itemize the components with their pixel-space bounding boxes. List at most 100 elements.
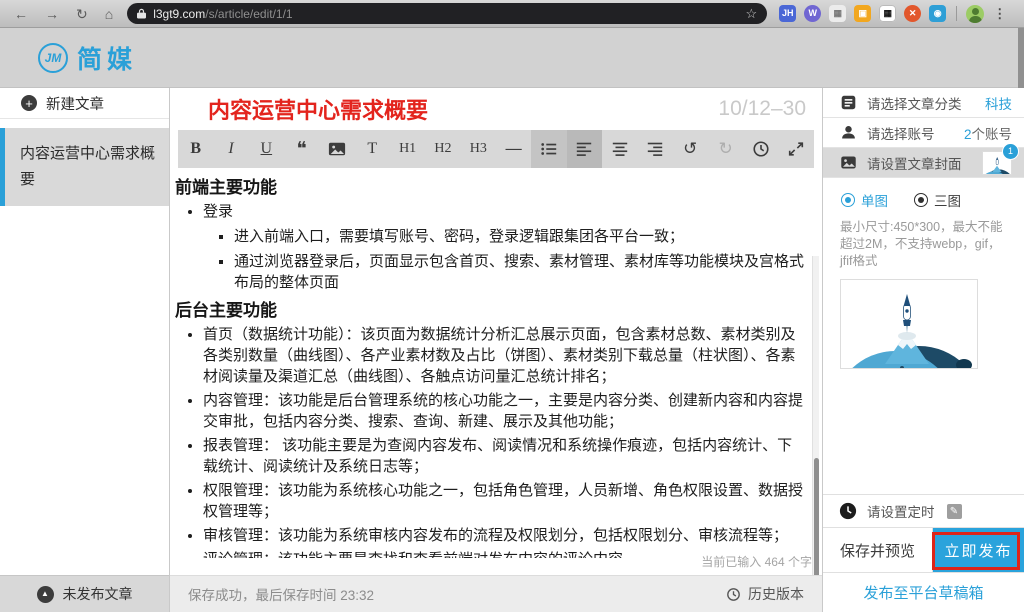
new-article-button[interactable]: + 新建文章 — [0, 88, 169, 119]
cover-layout-options: 单图 三图 — [823, 186, 1024, 214]
toolbar-blockquote-button[interactable]: ❝ — [284, 130, 319, 168]
cover-row[interactable]: 请设置文章封面 1 — [823, 142, 1024, 178]
brand-title: 简媒 — [77, 45, 138, 74]
url-path: /s/article/edit/1/1 — [205, 6, 293, 21]
single-image-label: 单图 — [861, 194, 888, 209]
url-bar[interactable]: l3gt9.com/s/article/edit/1/1 ☆ — [127, 3, 768, 24]
unpublished-label: 未发布文章 — [62, 586, 133, 602]
draft-row: 发布至平台草稿箱 — [823, 572, 1024, 612]
editor-status-bar: 保存成功，最后保存时间 23:32 历史版本 — [170, 575, 822, 612]
toolbar-align-center-button[interactable] — [602, 130, 637, 168]
action-buttons: 保存并预览 立即发布 — [823, 527, 1024, 572]
triple-image-label: 三图 — [934, 194, 961, 209]
radio-selected-icon — [841, 193, 855, 207]
jh-extension-icon[interactable]: JH — [779, 5, 797, 22]
page-scrollbar[interactable] — [1018, 28, 1024, 612]
qr-code-extension-icon[interactable]: ▦ — [879, 5, 897, 22]
forward-icon[interactable]: → — [45, 7, 59, 21]
editor-content[interactable]: 前端主要功能登录进入前端入口，需要填写账号、密码，登录逻辑跟集团各平台一致；通过… — [170, 168, 822, 558]
toolbar-fullscreen-button[interactable] — [779, 130, 814, 168]
title-char-counter: 10/12–30 — [718, 97, 806, 120]
toolbar-align-right-button[interactable] — [637, 130, 672, 168]
right-panel: 请选择文章分类 科技 请选择账号 2个账号 请设置文章封面 1 单图 三图 最小… — [822, 88, 1024, 612]
toolbar-undo-button[interactable]: ↺ — [673, 130, 708, 168]
account-row[interactable]: 请选择账号 2个账号 — [823, 118, 1024, 148]
bookmark-star-icon[interactable]: ☆ — [746, 6, 758, 22]
chevron-up-icon: ▲ — [36, 585, 54, 603]
purple-extension-icon[interactable]: W — [804, 5, 822, 22]
lock-icon — [137, 8, 147, 19]
content-section-heading: 前端主要功能 — [175, 178, 277, 197]
app-header: JM 简媒 — [0, 28, 1024, 88]
category-row[interactable]: 请选择文章分类 科技 — [823, 88, 1024, 118]
avatar-head — [971, 7, 979, 15]
title-row: 内容运营中心需求概要 10/12–30 — [170, 88, 822, 130]
save-status: 保存成功，最后保存时间 23:32 — [188, 588, 375, 603]
cover-thumbnail[interactable]: 1 — [982, 142, 1019, 175]
toolbar-heading-2-button[interactable]: H2 — [425, 130, 460, 168]
page-scrollbar-thumb[interactable] — [1018, 28, 1024, 88]
account-count: 2 — [963, 126, 972, 142]
content-sub-bullet: 通过浏览器登录后，页面显示包含首页、搜索、素材管理、素材库等功能模块及宫格式布局… — [234, 251, 804, 293]
browser-chrome: ← → ↻ ⌂ l3gt9.com/s/article/edit/1/1 ☆ JH W ▦… — [0, 0, 1024, 28]
cover-preview[interactable] — [840, 279, 978, 369]
publish-now-button[interactable]: 立即发布 — [933, 528, 1024, 572]
clock-icon — [726, 587, 741, 602]
cover-count-badge: 1 — [1002, 142, 1019, 160]
article-title-input[interactable]: 内容运营中心需求概要 — [208, 93, 428, 125]
profile-avatar[interactable] — [966, 4, 985, 23]
schedule-label: 请设置定时 — [867, 505, 935, 520]
content-bullet: 报表管理： 该功能主要是为查阅内容发布、阅读情况和系统操作痕迹，包括内容统计、下… — [203, 435, 804, 477]
triple-image-radio[interactable]: 三图 — [914, 190, 961, 210]
toolbar-divider-button[interactable]: — — [496, 130, 531, 168]
edit-pencil-icon[interactable]: ✎ — [946, 503, 962, 519]
toolbar-bold-button[interactable]: B — [178, 130, 213, 168]
toolbar-align-left-button[interactable] — [566, 130, 602, 168]
toolbar-italic-button[interactable]: I — [213, 130, 248, 168]
new-article-label: 新建文章 — [46, 96, 104, 113]
account-value: 2个账号 — [964, 123, 1012, 143]
toolbar-heading-1-button[interactable]: H1 — [390, 130, 425, 168]
cover-label: 请设置文章封面 — [867, 156, 962, 172]
extension-icons: JH W ▦ ▣ ▦ ✕ ◉ — [779, 5, 947, 22]
home-icon[interactable]: ⌂ — [105, 7, 113, 21]
cover-rocket-image — [841, 280, 977, 368]
avatar-body — [968, 15, 982, 23]
back-icon[interactable]: ← — [14, 7, 28, 21]
single-image-radio[interactable]: 单图 — [841, 190, 888, 210]
close-extension-icon[interactable]: ✕ — [904, 5, 922, 22]
browser-nav: ← → ↻ ⌂ — [0, 7, 113, 21]
toolbar-image-button[interactable] — [319, 130, 354, 168]
article-item-label: 内容运营中心需求概要 — [20, 145, 156, 188]
publish-to-draft-link[interactable]: 发布至平台草稿箱 — [863, 582, 983, 603]
grid-extension-icon[interactable]: ▦ — [829, 5, 847, 22]
toolbar-heading-3-button[interactable]: H3 — [461, 130, 496, 168]
toolbar-bullet-list-button[interactable] — [531, 130, 567, 168]
left-sidebar: + 新建文章 内容运营中心需求概要 ▲ 未发布文章 — [0, 88, 170, 612]
chat-extension-icon[interactable]: ◉ — [929, 5, 947, 22]
editor-scrollbar[interactable] — [812, 256, 819, 612]
orange-extension-icon[interactable]: ▣ — [854, 5, 872, 22]
sidebar-article-item-active[interactable]: 内容运营中心需求概要 — [0, 128, 169, 206]
schedule-row[interactable]: 请设置定时 ✎ — [823, 494, 1024, 527]
content-bullet: 权限管理：该功能为系统核心功能之一，包括角色管理，人员新增、角色权限设置、数据授… — [203, 480, 804, 522]
jianmei-logo-icon: JM — [38, 42, 68, 73]
cover-image-icon — [839, 154, 857, 172]
unpublished-articles-button[interactable]: ▲ 未发布文章 — [0, 575, 169, 612]
reload-icon[interactable]: ↻ — [76, 7, 88, 21]
history-version-button[interactable]: 历史版本 — [726, 584, 804, 604]
account-label: 请选择账号 — [867, 126, 935, 142]
toolbar-history-button[interactable] — [743, 130, 778, 168]
account-person-icon — [839, 124, 857, 142]
radio-icon — [914, 193, 928, 207]
toolbar-text-button[interactable]: T — [355, 130, 390, 168]
divider — [956, 6, 958, 21]
toolbar-underline-button[interactable]: U — [249, 130, 284, 168]
save-preview-button[interactable]: 保存并预览 — [823, 528, 933, 572]
browser-menu-icon[interactable]: ⋮ — [993, 6, 1006, 22]
toolbar-redo-button[interactable]: ↻ — [708, 130, 743, 168]
content-sub-bullet: 进入前端入口，需要填写账号、密码，登录逻辑跟集团各平台一致； — [234, 226, 804, 247]
content-bullet: 首页（数据统计功能）：该页面为数据统计分析汇总展示页面，包含素材总数、素材类别及… — [203, 324, 804, 387]
editor-area: 内容运营中心需求概要 10/12–30 B I U ❝ T H1 H2 H3— ↺ ↻ 前端主要功… — [170, 88, 822, 612]
content-section-heading: 后台主要功能 — [175, 301, 277, 320]
